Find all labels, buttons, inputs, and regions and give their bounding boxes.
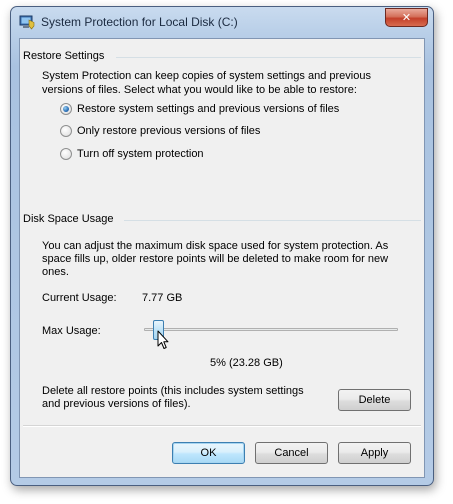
window-title: System Protection for Local Disk (C:)	[41, 15, 238, 29]
radio-only-previous-versions[interactable]: Only restore previous versions of files	[60, 125, 260, 137]
disk-space-description-1: You can adjust the maximum disk space us…	[42, 240, 389, 252]
close-icon: ✕	[401, 11, 412, 24]
close-button[interactable]: ✕	[385, 8, 428, 27]
max-usage-readout: 5% (23.28 GB)	[210, 357, 283, 369]
restore-settings-description-1: System Protection can keep copies of sys…	[42, 70, 371, 82]
dialog-window: System Protection for Local Disk (C:) ✕ …	[10, 6, 434, 486]
delete-description-2: and previous versions of files).	[42, 398, 191, 410]
disk-space-usage-divider	[124, 220, 421, 221]
delete-button[interactable]: Delete	[338, 389, 411, 411]
max-usage-slider-track[interactable]	[144, 328, 398, 331]
radio-button[interactable]	[60, 148, 72, 160]
system-protection-icon	[19, 15, 35, 30]
radio-restore-settings-and-files[interactable]: Restore system settings and previous ver…	[60, 103, 339, 115]
radio-turn-off-protection[interactable]: Turn off system protection	[60, 148, 204, 160]
mouse-pointer-icon	[157, 330, 169, 349]
max-usage-label: Max Usage:	[42, 325, 101, 337]
disk-space-description-2: space fills up, older restore points wil…	[42, 253, 389, 265]
restore-settings-description-2: versions of files. Select what you would…	[42, 84, 357, 96]
radio-label: Restore system settings and previous ver…	[77, 103, 340, 115]
radio-label: Only restore previous versions of files	[77, 125, 261, 137]
current-usage-value: 7.77 GB	[142, 292, 183, 304]
title-bar[interactable]: System Protection for Local Disk (C:) ✕	[11, 7, 433, 37]
delete-description-1: Delete all restore points (this includes…	[42, 385, 304, 397]
apply-button[interactable]: Apply	[338, 442, 411, 464]
restore-settings-heading: Restore Settings	[23, 50, 105, 62]
disk-space-usage-heading: Disk Space Usage	[23, 213, 114, 225]
radio-label: Turn off system protection	[77, 148, 204, 160]
disk-space-description-3: ones.	[42, 266, 69, 278]
restore-settings-divider	[116, 57, 421, 58]
ok-button[interactable]: OK	[172, 442, 245, 464]
current-usage-label: Current Usage:	[42, 292, 117, 304]
footer-separator	[23, 425, 421, 427]
radio-button[interactable]	[60, 125, 72, 137]
cancel-button[interactable]: Cancel	[255, 442, 328, 464]
dialog-content: Restore Settings System Protection can k…	[19, 38, 425, 478]
radio-button-checked[interactable]	[60, 103, 72, 115]
